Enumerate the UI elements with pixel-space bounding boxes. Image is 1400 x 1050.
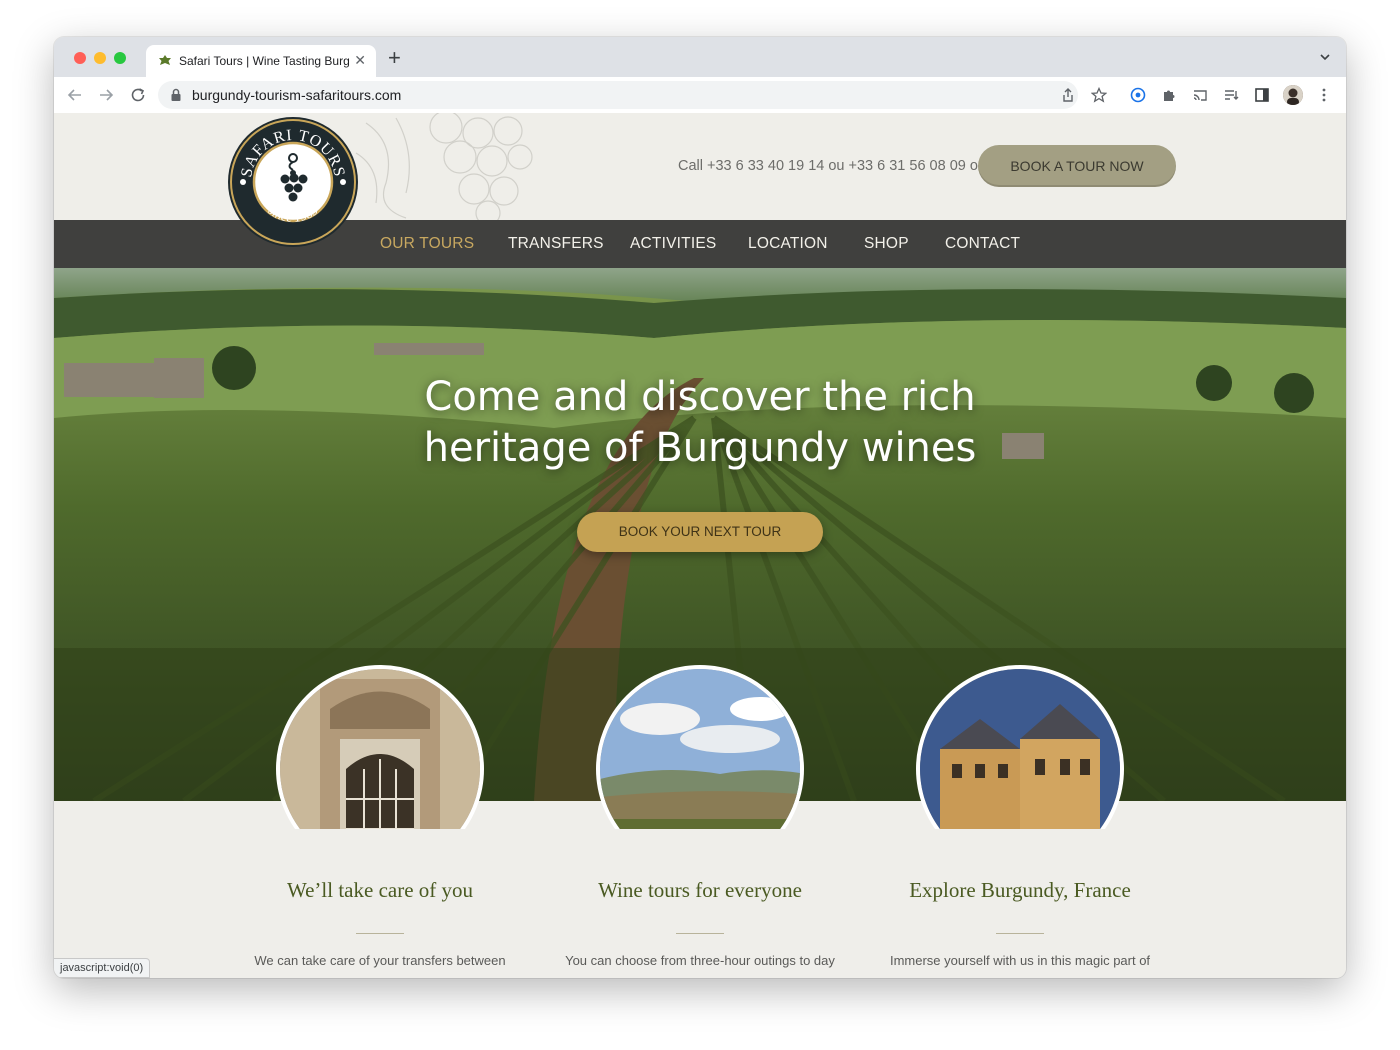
nav-item-location[interactable]: LOCATION bbox=[748, 235, 828, 253]
reload-icon[interactable] bbox=[128, 85, 148, 105]
address-bar[interactable]: burgundy-tourism-safaritours.com bbox=[158, 81, 1078, 109]
hero-title: Come and discover the rich heritage of B… bbox=[344, 372, 1056, 474]
feature-title-explore: Explore Burgundy, France bbox=[909, 878, 1131, 902]
web-page: Call +33 6 33 40 19 14 ou +33 6 31 56 08… bbox=[54, 113, 1346, 978]
ornate-doorway-photo bbox=[276, 665, 484, 829]
feature-title-care: We’ll take care of you bbox=[286, 878, 474, 902]
browser-window: Safari Tours | Wine Tasting Burg ✕ + bur… bbox=[54, 37, 1346, 978]
vineyard-landscape-photo bbox=[596, 665, 804, 829]
feature-image-vineyard[interactable] bbox=[596, 665, 804, 829]
feature-divider bbox=[996, 933, 1044, 934]
share-icon[interactable] bbox=[1060, 87, 1076, 103]
more-menu-icon[interactable] bbox=[1316, 87, 1332, 103]
extension-badge-icon[interactable] bbox=[1130, 87, 1146, 103]
new-tab-button[interactable]: + bbox=[388, 45, 401, 71]
profile-avatar[interactable] bbox=[1283, 85, 1303, 105]
side-panel-icon[interactable] bbox=[1254, 87, 1270, 103]
chateau-photo bbox=[916, 665, 1124, 829]
cast-icon[interactable] bbox=[1192, 87, 1208, 103]
feature-text-explore: Immerse yourself with us in this magic p… bbox=[889, 953, 1151, 968]
browser-toolbar: burgundy-tourism-safaritours.com bbox=[54, 77, 1346, 114]
minimize-window-button[interactable] bbox=[94, 52, 106, 64]
safari-tours-logo[interactable]: SAFARI TOURS since 1985 bbox=[227, 116, 359, 248]
nav-item-our-tours[interactable]: OUR TOURS bbox=[380, 235, 474, 253]
hero-title-line-2: heritage of Burgundy wines bbox=[423, 425, 977, 471]
feature-image-chateau[interactable] bbox=[916, 665, 1124, 829]
status-bar: javascript:void(0) bbox=[54, 958, 151, 978]
close-window-button[interactable] bbox=[74, 52, 86, 64]
hero-title-line-1: Come and discover the rich bbox=[424, 374, 976, 420]
chevron-down-icon[interactable] bbox=[1318, 50, 1332, 64]
book-tour-now-button[interactable]: BOOK A TOUR NOW bbox=[978, 145, 1176, 187]
grape-cluster-illustration bbox=[355, 113, 533, 220]
feature-divider bbox=[356, 933, 404, 934]
feature-title-tours: Wine tours for everyone bbox=[598, 878, 802, 902]
forward-arrow-icon[interactable] bbox=[96, 85, 116, 105]
tab-title: Safari Tours | Wine Tasting Burg bbox=[179, 54, 349, 68]
close-tab-icon[interactable]: ✕ bbox=[354, 52, 366, 69]
browser-tab[interactable]: Safari Tours | Wine Tasting Burg ✕ bbox=[146, 45, 376, 77]
nav-item-shop[interactable]: SHOP bbox=[864, 235, 909, 253]
tab-strip: Safari Tours | Wine Tasting Burg ✕ + bbox=[54, 37, 1346, 77]
nav-item-contact[interactable]: CONTACT bbox=[945, 235, 1020, 253]
lock-icon bbox=[171, 88, 181, 101]
zoom-window-button[interactable] bbox=[114, 52, 126, 64]
phone-call-text: Call +33 6 33 40 19 14 ou +33 6 31 56 08… bbox=[678, 158, 983, 174]
nav-item-activities[interactable]: ACTIVITIES bbox=[630, 235, 716, 253]
profile-photo-icon bbox=[1283, 85, 1303, 105]
feature-image-doorway[interactable] bbox=[276, 665, 484, 829]
feature-text-tours: You can choose from three-hour outings t… bbox=[565, 953, 835, 968]
nav-item-transfers[interactable]: TRANSFERS bbox=[508, 235, 604, 253]
reading-list-icon[interactable] bbox=[1223, 87, 1239, 103]
feature-divider bbox=[676, 933, 724, 934]
url-text: burgundy-tourism-safaritours.com bbox=[192, 87, 402, 103]
grape-leaf-icon bbox=[159, 55, 171, 65]
book-next-tour-button[interactable]: BOOK YOUR NEXT TOUR bbox=[577, 512, 823, 552]
extensions-puzzle-icon[interactable] bbox=[1161, 87, 1177, 103]
feature-text-care: We can take care of your transfers betwe… bbox=[254, 953, 506, 968]
back-arrow-icon[interactable] bbox=[65, 85, 85, 105]
bookmark-star-icon[interactable] bbox=[1091, 87, 1107, 103]
